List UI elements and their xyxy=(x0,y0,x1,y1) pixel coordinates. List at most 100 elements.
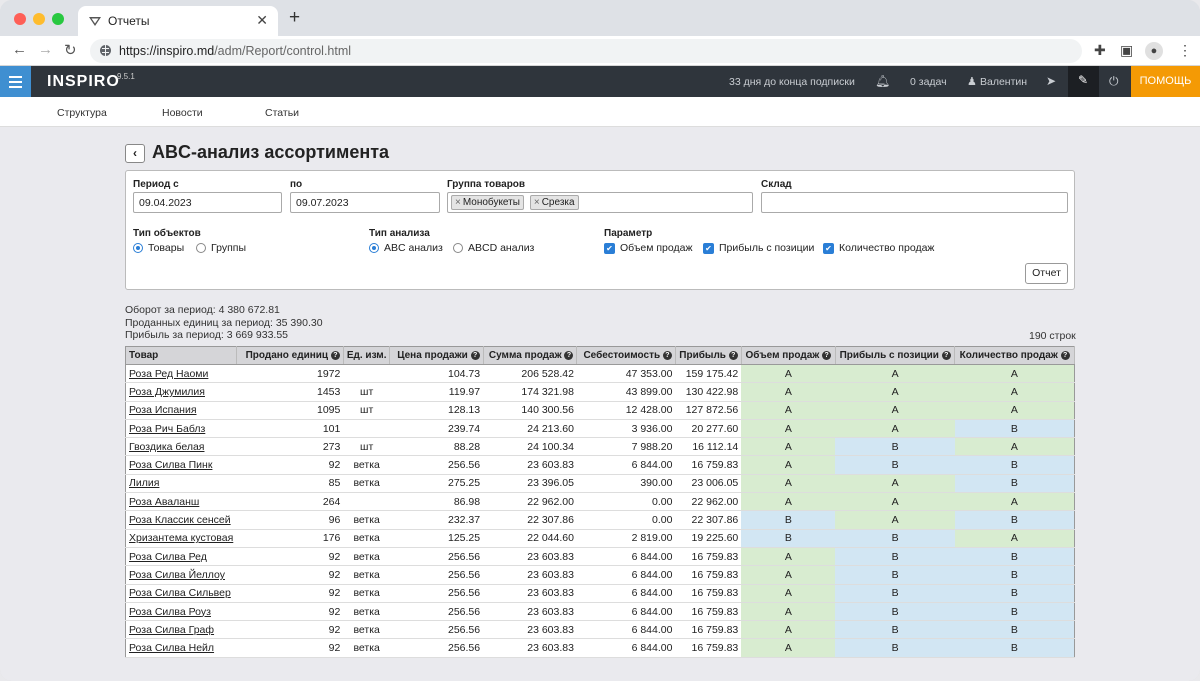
maximize-window-button[interactable] xyxy=(52,13,64,25)
close-window-button[interactable] xyxy=(14,13,26,25)
product-link[interactable]: Роза Силва Роуз xyxy=(129,606,211,618)
column-header[interactable]: Товар xyxy=(125,346,237,365)
help-icon[interactable]: ? xyxy=(564,350,574,360)
radio-abcd[interactable]: ABCD анализ xyxy=(453,242,534,254)
product-link[interactable]: Роза Ред Наоми xyxy=(129,368,208,380)
subnav-item-news[interactable]: Новости xyxy=(162,107,203,119)
period-from-input[interactable]: 09.04.2023 xyxy=(133,192,282,213)
radio-groups[interactable]: Группы xyxy=(196,242,246,254)
checkbox-checked-icon[interactable]: ✔ xyxy=(823,242,834,254)
product-name-cell[interactable]: Роза Силва Сильвер xyxy=(125,584,237,603)
forward-arrow-icon[interactable]: → xyxy=(38,41,53,58)
group-tag[interactable]: × Срезка xyxy=(529,195,579,210)
product-link[interactable]: Роза Силва Сильвер xyxy=(129,587,231,599)
column-header[interactable]: Количество продаж ? xyxy=(954,346,1075,365)
column-header[interactable]: Объем продаж ? xyxy=(741,346,836,365)
column-header[interactable]: Прибыль с позиции ? xyxy=(835,346,956,365)
send-icon[interactable]: ➤ xyxy=(1046,74,1056,88)
minimize-window-button[interactable] xyxy=(33,13,45,25)
product-link[interactable]: Роза Силва Нейл xyxy=(129,642,214,654)
remove-tag-icon[interactable]: × xyxy=(534,197,540,208)
checkbox-sales-count[interactable]: ✔ Количество продаж xyxy=(823,242,934,254)
product-name-cell[interactable]: Роза Силва Граф xyxy=(125,620,237,640)
help-icon[interactable]: ? xyxy=(470,350,480,360)
power-icon[interactable]: ⏻ xyxy=(1109,74,1119,89)
back-arrow-icon[interactable]: ← xyxy=(12,41,27,58)
checkbox-checked-icon[interactable]: ✔ xyxy=(604,242,615,254)
product-name-cell[interactable]: Роза Испания xyxy=(125,401,237,420)
subscription-status[interactable]: 33 дня до конца подписки xyxy=(729,76,855,88)
report-button[interactable]: Отчет xyxy=(1025,263,1068,284)
menu-dots-icon[interactable]: ⋮ xyxy=(1178,42,1192,59)
help-icon[interactable]: ? xyxy=(330,350,340,360)
checkbox-sales-volume[interactable]: ✔ Объем продаж xyxy=(604,242,693,254)
product-name-cell[interactable]: Хризантема кустовая xyxy=(125,529,237,548)
product-link[interactable]: Роза Аваланш xyxy=(129,496,199,508)
product-link[interactable]: Роза Силва Йеллоу xyxy=(129,569,225,581)
extensions-icon[interactable]: ✚ xyxy=(1094,42,1106,59)
product-name-cell[interactable]: Роза Джумилия xyxy=(125,382,237,402)
product-name-cell[interactable]: Роза Силва Пинк xyxy=(125,455,237,475)
help-icon[interactable]: ? xyxy=(1060,350,1070,360)
subnav-item-articles[interactable]: Статьи xyxy=(265,107,299,119)
product-link[interactable]: Роза Силва Граф xyxy=(129,624,214,636)
product-link[interactable]: Роза Рич Баблз xyxy=(129,423,205,435)
product-link[interactable]: Роза Классик сенсей xyxy=(129,514,231,526)
column-header[interactable]: Цена продажи ? xyxy=(389,346,484,365)
product-name-cell[interactable]: Роза Силва Роуз xyxy=(125,602,237,622)
subnav-item-structure[interactable]: Структура xyxy=(57,107,107,119)
checkbox-checked-icon[interactable]: ✔ xyxy=(703,242,714,254)
address-bar[interactable]: https://inspiro.md/adm/Report/control.ht… xyxy=(90,39,1082,63)
new-tab-icon[interactable]: + xyxy=(289,7,300,29)
column-header[interactable]: Прибыль ? xyxy=(675,346,742,365)
browser-tab[interactable]: Отчеты ✕ xyxy=(78,6,278,36)
column-header[interactable]: Ед. изм. xyxy=(343,346,391,365)
close-tab-icon[interactable]: ✕ xyxy=(256,12,268,29)
period-to-input[interactable]: 09.07.2023 xyxy=(290,192,440,213)
hamburger-menu-icon[interactable] xyxy=(0,66,31,97)
checkbox-profit-per-item[interactable]: ✔ Прибыль с позиции xyxy=(703,242,814,254)
product-link[interactable]: Роза Силва Ред xyxy=(129,551,207,563)
help-icon[interactable]: ? xyxy=(941,350,951,360)
product-name-cell[interactable]: Роза Аваланш xyxy=(125,492,237,512)
product-link[interactable]: Лилия xyxy=(129,477,159,489)
warehouse-select[interactable] xyxy=(761,192,1068,213)
group-tag[interactable]: × Монобукеты xyxy=(451,195,524,210)
radio-button[interactable] xyxy=(196,243,206,253)
edit-mode-button[interactable]: ✎ xyxy=(1068,66,1099,97)
column-header[interactable]: Себестоимость ? xyxy=(576,346,676,365)
bell-icon[interactable]: 🔔︎ xyxy=(875,74,890,88)
product-name-cell[interactable]: Роза Силва Нейл xyxy=(125,638,237,658)
help-icon[interactable]: ? xyxy=(822,350,832,360)
help-icon[interactable]: ? xyxy=(728,350,738,360)
product-group-select[interactable]: × Монобукеты × Срезка xyxy=(447,192,753,213)
radio-button[interactable] xyxy=(453,243,463,253)
product-link[interactable]: Роза Испания xyxy=(129,404,197,416)
product-link[interactable]: Роза Джумилия xyxy=(129,386,205,398)
column-header[interactable]: Продано единиц ? xyxy=(236,346,344,365)
radio-products[interactable]: Товары xyxy=(133,242,184,254)
radio-abc[interactable]: ABC анализ xyxy=(369,242,443,254)
product-link[interactable]: Роза Силва Пинк xyxy=(129,459,212,471)
help-icon[interactable]: ? xyxy=(662,350,672,360)
product-link[interactable]: Хризантема кустовая xyxy=(129,532,233,544)
tasks-link[interactable]: 0 задач xyxy=(910,76,947,88)
product-link[interactable]: Гвоздика белая xyxy=(129,441,204,453)
product-name-cell[interactable]: Роза Классик сенсей xyxy=(125,510,237,530)
product-name-cell[interactable]: Роза Силва Йеллоу xyxy=(125,565,237,585)
help-button[interactable]: ПОМОЩЬ xyxy=(1131,66,1200,97)
column-header[interactable]: Сумма продаж ? xyxy=(483,346,578,365)
product-name-cell[interactable]: Роза Силва Ред xyxy=(125,547,237,567)
product-name-cell[interactable]: Роза Рич Баблз xyxy=(125,419,237,439)
user-name[interactable]: Валентин xyxy=(980,76,1027,88)
sidebar-icon[interactable]: ▣ xyxy=(1120,42,1133,59)
radio-button[interactable] xyxy=(369,243,379,253)
reload-icon[interactable]: ↻ xyxy=(64,41,77,59)
back-button[interactable]: ‹ xyxy=(125,144,145,163)
profile-icon[interactable]: ● xyxy=(1145,42,1163,60)
product-name-cell[interactable]: Гвоздика белая xyxy=(125,437,237,457)
product-name-cell[interactable]: Лилия xyxy=(125,474,237,494)
product-name-cell[interactable]: Роза Ред Наоми xyxy=(125,364,237,384)
radio-button[interactable] xyxy=(133,243,143,253)
remove-tag-icon[interactable]: × xyxy=(455,197,461,208)
